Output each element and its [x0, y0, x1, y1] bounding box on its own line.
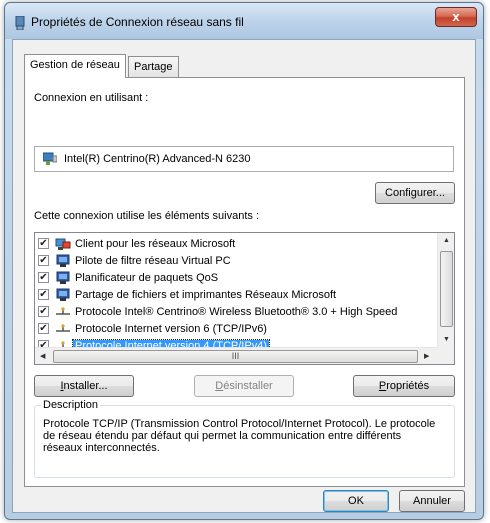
list-item-label: Protocole Internet version 6 (TCP/IPv6) [75, 323, 267, 335]
uninstall-accelerator: D [215, 380, 224, 392]
checkbox[interactable]: ✔ [38, 255, 49, 266]
scroll-up-icon[interactable]: ▲ [443, 237, 450, 244]
dialog-body: Gestion de réseau Partage Connexion en u… [12, 39, 476, 513]
list-item[interactable]: ✔ Protocole Intel® Centrino® Wireless Bl… [35, 304, 438, 321]
checkbox[interactable]: ✔ [38, 289, 49, 300]
cancel-button[interactable]: Annuler [399, 490, 465, 512]
network-client-icon [55, 238, 71, 250]
scroll-down-icon[interactable]: ▼ [443, 336, 450, 343]
description-group: Description Protocole TCP/IP (Transmissi… [34, 399, 455, 478]
checkbox[interactable]: ✔ [38, 306, 49, 317]
ok-button[interactable]: OK [323, 490, 389, 512]
install-label: nstaller... [63, 380, 108, 392]
list-item[interactable]: ✔ Protocole Internet version 6 (TCP/IPv6… [35, 321, 438, 338]
tab-panel: Connexion en utilisant : Intel(R) Centri… [24, 77, 465, 487]
configure-button[interactable]: Configurer... [375, 182, 455, 204]
list-item-label: Pilote de filtre réseau Virtual PC [75, 255, 231, 267]
list-item[interactable]: ✔ Partage de fichiers et imprimantes Rés… [35, 287, 438, 304]
vertical-scrollbar[interactable]: ▲ ▼ [437, 233, 454, 348]
network-adapter-icon [43, 152, 57, 165]
adapter-field: Intel(R) Centrino(R) Advanced-N 6230 [34, 146, 454, 172]
install-button[interactable]: Installer... [34, 375, 134, 397]
list-item-label: Partage de fichiers et imprimantes Résea… [75, 289, 337, 301]
properties-button[interactable]: Propriétés [353, 375, 455, 397]
description-legend: Description [41, 399, 101, 411]
scroll-left-icon[interactable]: ◀ [40, 352, 45, 360]
vertical-scroll-thumb[interactable] [440, 251, 453, 327]
checkbox[interactable]: ✔ [38, 323, 49, 334]
horizontal-scrollbar[interactable]: ◀ III ▶ [35, 347, 438, 364]
properties-label: ropriétés [386, 380, 430, 392]
protocol-icon [56, 307, 70, 315]
network-service-icon [56, 271, 70, 284]
components-list[interactable]: ✔ Client pour les réseaux Microsoft ✔ Pi… [34, 232, 455, 365]
adapter-name: Intel(R) Centrino(R) Advanced-N 6230 [64, 153, 251, 165]
title-bar[interactable]: Propriétés de Connexion réseau sans fil … [5, 3, 483, 39]
list-item[interactable]: ✔ Pilote de filtre réseau Virtual PC [35, 253, 438, 270]
tab-gestion-de-reseau[interactable]: Gestion de réseau [24, 54, 126, 78]
uninstall-label: ésinstaller [223, 380, 273, 392]
list-item-label: Client pour les réseaux Microsoft [75, 238, 236, 250]
close-button[interactable]: x [435, 7, 477, 27]
list-item-label: Protocole Intel® Centrino® Wireless Blue… [75, 306, 398, 318]
checkbox[interactable]: ✔ [38, 238, 49, 249]
network-service-icon [56, 288, 70, 301]
network-service-icon [56, 254, 70, 267]
connect-using-label: Connexion en utilisant : [34, 92, 149, 104]
network-adapter-icon [15, 16, 25, 30]
list-item-label: Planificateur de paquets QoS [75, 272, 219, 284]
protocol-icon [56, 324, 70, 332]
horizontal-scroll-thumb[interactable]: III [53, 350, 418, 363]
list-item[interactable]: ✔ Client pour les réseaux Microsoft [35, 236, 438, 253]
tab-partage[interactable]: Partage [128, 56, 179, 77]
list-item[interactable]: ✔ Planificateur de paquets QoS [35, 270, 438, 287]
description-text: Protocole TCP/IP (Transmission Control P… [43, 418, 436, 454]
components-list-items: ✔ Client pour les réseaux Microsoft ✔ Pi… [35, 236, 438, 355]
items-label: Cette connexion utilise les éléments sui… [34, 210, 260, 222]
scrollbar-corner [437, 347, 454, 364]
properties-dialog: Propriétés de Connexion réseau sans fil … [4, 2, 484, 520]
uninstall-button[interactable]: Désinstaller [194, 375, 294, 397]
checkbox[interactable]: ✔ [38, 272, 49, 283]
scroll-right-icon[interactable]: ▶ [424, 352, 429, 360]
window-title: Propriétés de Connexion réseau sans fil [31, 15, 244, 29]
